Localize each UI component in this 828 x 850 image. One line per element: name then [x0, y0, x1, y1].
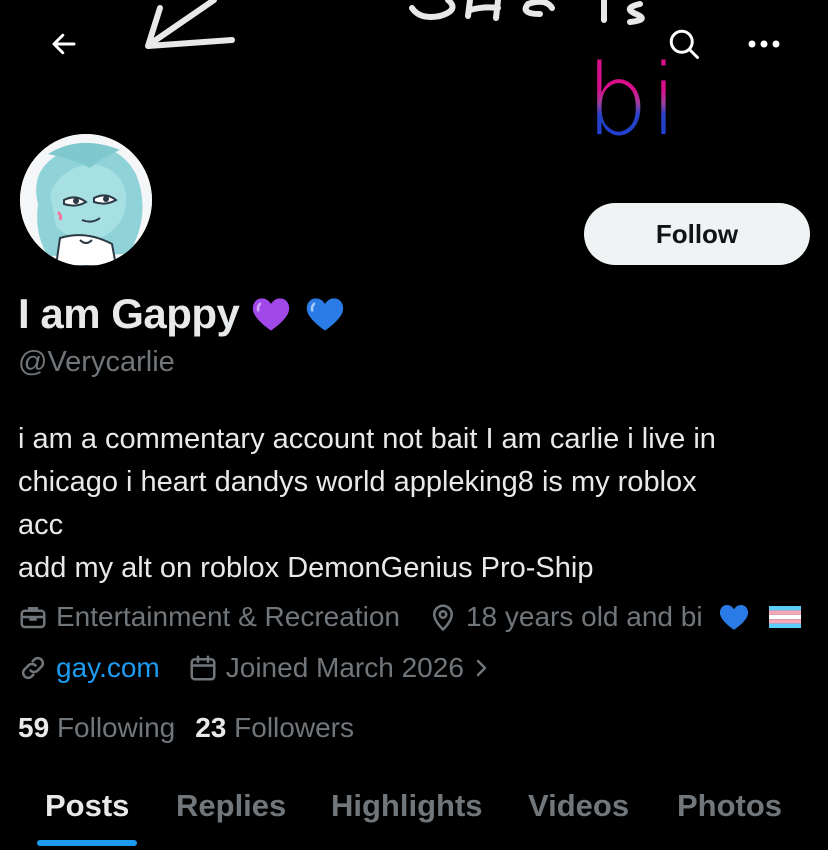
website-link[interactable]: gay.com	[56, 652, 160, 684]
tab-label: Videos	[528, 788, 630, 823]
joined-item[interactable]: Joined March 2026	[188, 652, 492, 684]
profile-name: I am Gappy	[18, 290, 347, 338]
location-item: 18 years old and bi	[428, 600, 801, 634]
more-dots-icon	[748, 40, 780, 48]
followers-stat[interactable]: 23 Followers	[195, 712, 354, 744]
chevron-right-icon	[476, 659, 487, 677]
calendar-icon	[190, 655, 216, 681]
location-text: 18 years old and bi	[465, 601, 703, 632]
followers-count: 23	[195, 712, 227, 743]
display-name: I am Gappy	[18, 290, 240, 337]
profile-meta-row-1: Entertainment & Recreation 18 years old …	[18, 600, 828, 634]
blue-heart-icon	[307, 298, 344, 331]
active-tab-indicator	[37, 840, 138, 846]
category-text: Entertainment & Recreation	[56, 601, 400, 632]
profile-meta-row-2: gay.com Joined March 2026	[18, 652, 520, 684]
search-icon	[669, 29, 699, 59]
profile-bio: i am a commentary account not bait I am …	[18, 423, 716, 584]
tab-photos[interactable]: Photos	[677, 770, 782, 842]
follow-button[interactable]: Follow	[584, 203, 810, 265]
avatar-image	[20, 134, 152, 266]
followers-label: Followers	[234, 712, 354, 743]
tab-posts[interactable]: Posts	[37, 770, 138, 846]
following-stat[interactable]: 59 Following	[18, 712, 175, 744]
search-button[interactable]	[660, 20, 708, 68]
profile-tabs: Posts Replies Highlights Videos Photos	[0, 770, 828, 850]
profile-handle: @Verycarlie	[18, 346, 175, 378]
joined-text: Joined March 2026	[225, 652, 464, 683]
blue-heart-icon	[719, 604, 748, 630]
purple-heart-icon	[253, 298, 290, 331]
website-item[interactable]: gay.com	[18, 652, 160, 684]
back-button[interactable]	[40, 22, 88, 66]
tab-highlights[interactable]: Highlights	[331, 770, 483, 842]
tab-replies[interactable]: Replies	[176, 770, 286, 842]
following-label: Following	[56, 712, 176, 743]
category-item: Entertainment & Recreation	[18, 601, 400, 633]
follow-stats: 59 Following 23 Followers	[18, 712, 354, 744]
tab-label: Posts	[45, 788, 130, 823]
briefcase-icon	[20, 607, 46, 629]
transgender-flag-icon	[768, 606, 801, 628]
tab-videos[interactable]: Videos	[528, 770, 629, 842]
tab-label: Replies	[176, 788, 287, 823]
avatar[interactable]	[17, 131, 155, 269]
more-button[interactable]	[740, 20, 788, 68]
location-pin-icon	[432, 604, 453, 632]
following-count: 59	[18, 712, 50, 743]
link-icon	[21, 656, 45, 680]
arrow-left-icon	[52, 33, 76, 55]
tab-label: Photos	[677, 788, 783, 823]
tab-label: Highlights	[331, 788, 483, 823]
